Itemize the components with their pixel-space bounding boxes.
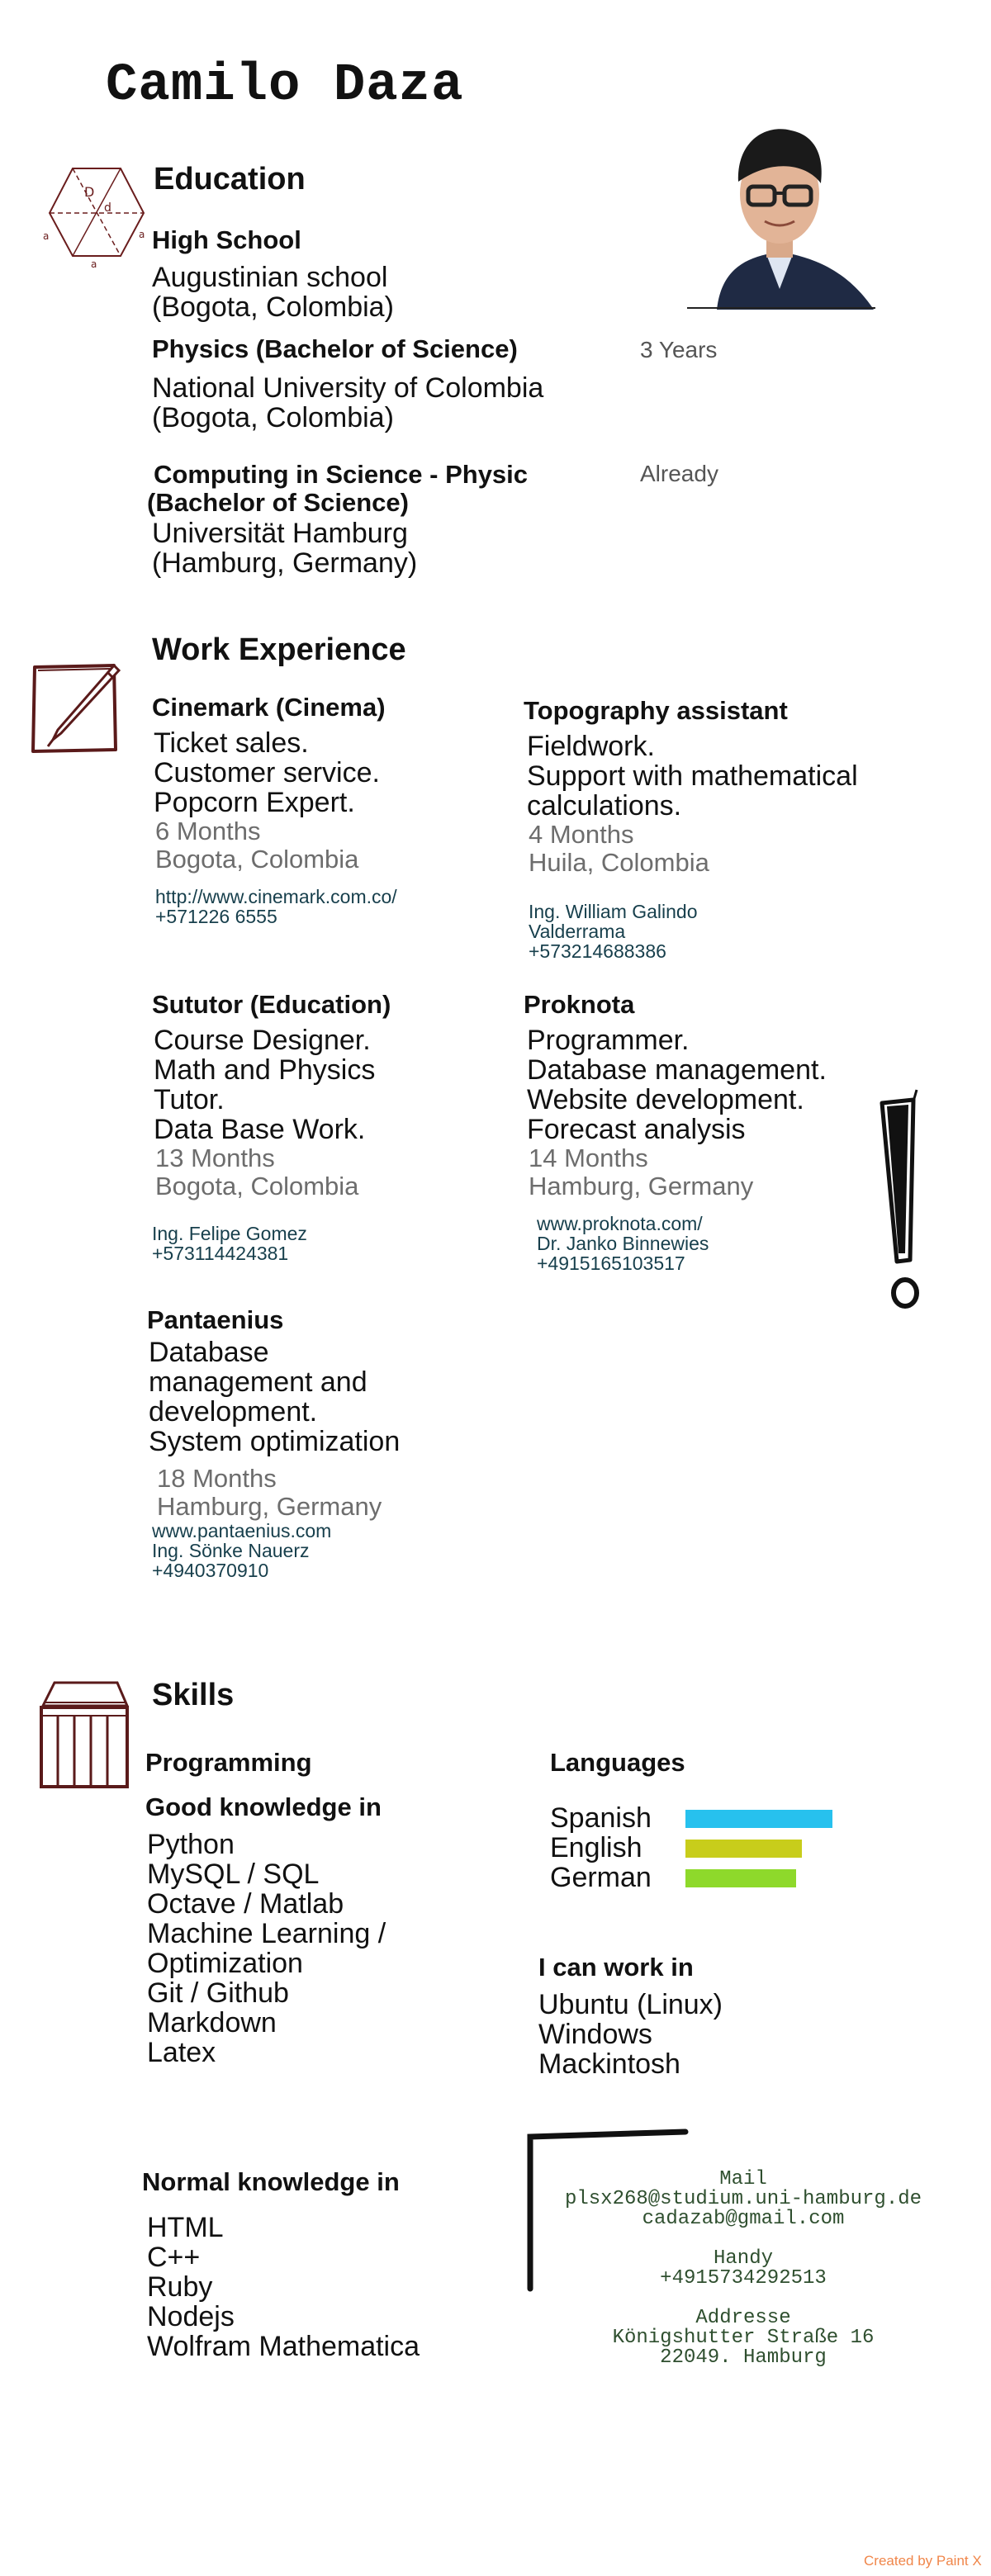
job-meta: 13 Months Bogota, Colombia (155, 1144, 359, 1200)
job-contact: Ing. Felipe Gomez +573114424381 (152, 1223, 307, 1264)
name-heading: Camilo Daza (106, 56, 464, 116)
job-tasks: Fieldwork. Support with mathematical cal… (527, 731, 858, 822)
job-tasks: Database management and development. Sys… (149, 1337, 401, 1457)
mail-address[interactable]: plsx268@studium.uni-hamburg.de (545, 2190, 941, 2209)
job-title: Cinemark (Cinema) (152, 693, 386, 722)
skills-heading: Skills (152, 1678, 235, 1712)
job-title: Proknota (524, 990, 635, 1019)
good-knowledge-heading: Good knowledge in (145, 1792, 382, 1821)
job-meta: 4 Months Huila, Colombia (529, 820, 709, 877)
job-tasks: Programmer. Database management. Website… (527, 1025, 827, 1145)
job-tasks: Course Designer. Math and Physics Tutor.… (154, 1025, 376, 1145)
svg-text:a: a (139, 229, 145, 240)
exclamation-mark-icon (872, 1088, 932, 1316)
normal-knowledge-heading: Normal knowledge in (142, 2167, 400, 2196)
education-title: High School (152, 225, 301, 254)
education-duration: 3 Years (640, 337, 718, 362)
job-title: Topography assistant (524, 696, 788, 725)
language-level-bar-spanish (685, 1810, 832, 1828)
good-knowledge-list: Python MySQL / SQL Octave / Matlab Machi… (147, 1829, 386, 2068)
education-heading: Education (154, 162, 306, 197)
svg-text:a: a (91, 258, 97, 269)
education-institution: Augustinian school (Bogota, Colombia) (152, 262, 394, 323)
job-contact: http://www.cinemark.com.co/ +571226 6555 (155, 886, 397, 927)
job-contact: www.pantaenius.com Ing. Sönke Nauerz +49… (152, 1520, 332, 1581)
svg-text:D: D (84, 184, 94, 200)
job-meta: 18 Months Hamburg, Germany (157, 1464, 382, 1521)
education-title: Computing in Science - Physic (Bachelor … (147, 460, 529, 517)
languages-list: Spanish English German (550, 1802, 652, 1893)
job-meta: 14 Months Hamburg, Germany (529, 1144, 754, 1200)
job-contact: Ing. William Galindo Valderrama +5732146… (529, 901, 698, 962)
building-sketch-icon (36, 1678, 132, 1790)
contact-block: Mail plsx268@studium.uni-hamburg.de cada… (545, 2170, 941, 2368)
phone-number: +4915734292513 (660, 2267, 827, 2290)
address-city: 22049. Hamburg (660, 2346, 827, 2369)
job-title: Pantaenius (147, 1305, 284, 1334)
language-level-bar-english (685, 1840, 802, 1858)
mail-label: Mail (719, 2168, 767, 2190)
job-tasks: Ticket sales. Customer service. Popcorn … (154, 727, 380, 818)
footer-credit: Created by Paint X (864, 2553, 982, 2569)
programming-heading: Programming (145, 1748, 312, 1777)
work-heading: Work Experience (152, 632, 406, 667)
education-title: Physics (Bachelor of Science) (152, 334, 518, 363)
mail-address[interactable]: cadazab@gmail.com (545, 2209, 941, 2229)
job-contact: www.proknota.com/ Dr. Janko Binnewies +4… (537, 1213, 709, 1274)
svg-text:a: a (43, 230, 49, 242)
job-title: Sututor (Education) (152, 990, 391, 1019)
address-street: Königshutter Straße 16 (612, 2327, 875, 2349)
languages-heading: Languages (550, 1748, 685, 1777)
pencil-note-icon (28, 661, 126, 756)
normal-knowledge-list: HTML C++ Ruby Nodejs Wolfram Mathematica (147, 2212, 420, 2362)
hexagon-sketch-icon: D d a a a (41, 163, 150, 270)
profile-photo (684, 107, 875, 310)
language-level-bar-german (685, 1869, 796, 1887)
os-list: Ubuntu (Linux) Windows Mackintosh (538, 1989, 723, 2080)
os-heading: I can work in (538, 1953, 694, 1982)
education-institution: National University of Colombia (Bogota,… (152, 372, 544, 433)
job-meta: 6 Months Bogota, Colombia (155, 817, 359, 874)
svg-text:d: d (104, 201, 111, 215)
address-label: Addresse (695, 2307, 791, 2329)
education-institution: Universität Hamburg (Hamburg, Germany) (152, 518, 418, 579)
education-duration: Already (640, 461, 718, 486)
phone-label: Handy (713, 2247, 773, 2270)
